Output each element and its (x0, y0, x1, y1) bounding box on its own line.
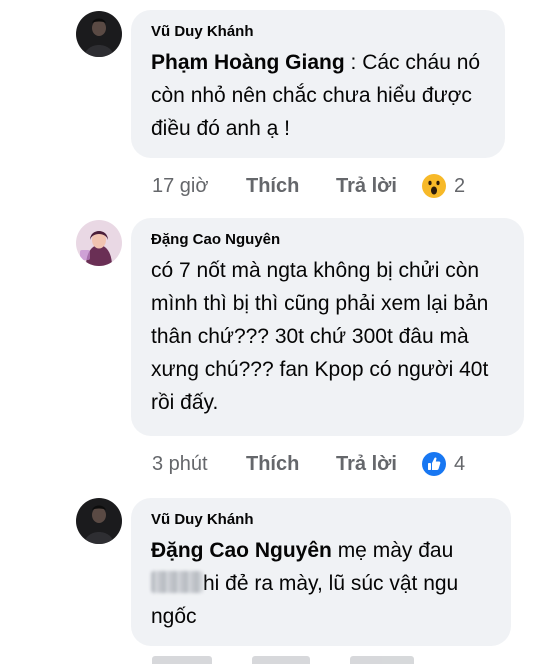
faded-placeholder (252, 656, 310, 664)
comment-timestamp[interactable]: 17 giờ (152, 175, 246, 198)
reaction-count: 4 (454, 452, 466, 475)
wow-icon (422, 174, 446, 198)
reply-button[interactable]: Trả lời (336, 453, 422, 476)
reaction-summary[interactable]: 2 (422, 174, 465, 198)
comment-author[interactable]: Vũ Duy Khánh (151, 22, 487, 42)
avatar[interactable] (76, 498, 122, 544)
like-button[interactable]: Thích (246, 453, 336, 476)
censored-blur (151, 571, 203, 593)
faded-placeholder (350, 656, 414, 664)
comment-thread: Vũ Duy Khánh Phạm Hoàng Giang : Các cháu… (0, 0, 540, 664)
comment-timestamp[interactable]: 3 phút (152, 453, 246, 476)
cut-off-actions (152, 656, 414, 664)
comment-bubble: Vũ Duy Khánh Phạm Hoàng Giang : Các cháu… (131, 10, 505, 158)
comment-author[interactable]: Đặng Cao Nguyên (151, 230, 506, 250)
comment-actions: 3 phút Thích Trả lời 4 (152, 449, 465, 479)
avatar-image (76, 498, 122, 544)
comment-bubble: Đặng Cao Nguyên có 7 nốt mà ngta không b… (131, 218, 524, 436)
comment-text: Phạm Hoàng Giang : Các cháu nó còn nhỏ n… (151, 46, 487, 145)
reply-button[interactable]: Trả lời (336, 175, 422, 198)
reaction-count: 2 (454, 174, 466, 197)
avatar-image (76, 220, 122, 266)
comment-actions: 17 giờ Thích Trả lời 2 (152, 171, 465, 201)
comment-body-text: có 7 nốt mà ngta không bị chửi còn mình … (151, 259, 489, 414)
avatar-image (76, 11, 122, 57)
avatar[interactable] (76, 220, 122, 266)
comment-body-text: mẹ mày đau (331, 539, 454, 562)
like-icon (422, 452, 446, 476)
faded-placeholder (152, 656, 212, 664)
comment-author[interactable]: Vũ Duy Khánh (151, 510, 493, 530)
comment-text: Đặng Cao Nguyên mẹ mày đau hi đẻ ra mày,… (151, 534, 493, 633)
avatar[interactable] (76, 11, 122, 57)
mention-link[interactable]: Phạm Hoàng Giang (151, 51, 345, 74)
like-button[interactable]: Thích (246, 175, 336, 198)
mention-link[interactable]: Đặng Cao Nguyên (151, 539, 332, 562)
reaction-summary[interactable]: 4 (422, 452, 465, 476)
comment-bubble: Vũ Duy Khánh Đặng Cao Nguyên mẹ mày đau … (131, 498, 511, 646)
